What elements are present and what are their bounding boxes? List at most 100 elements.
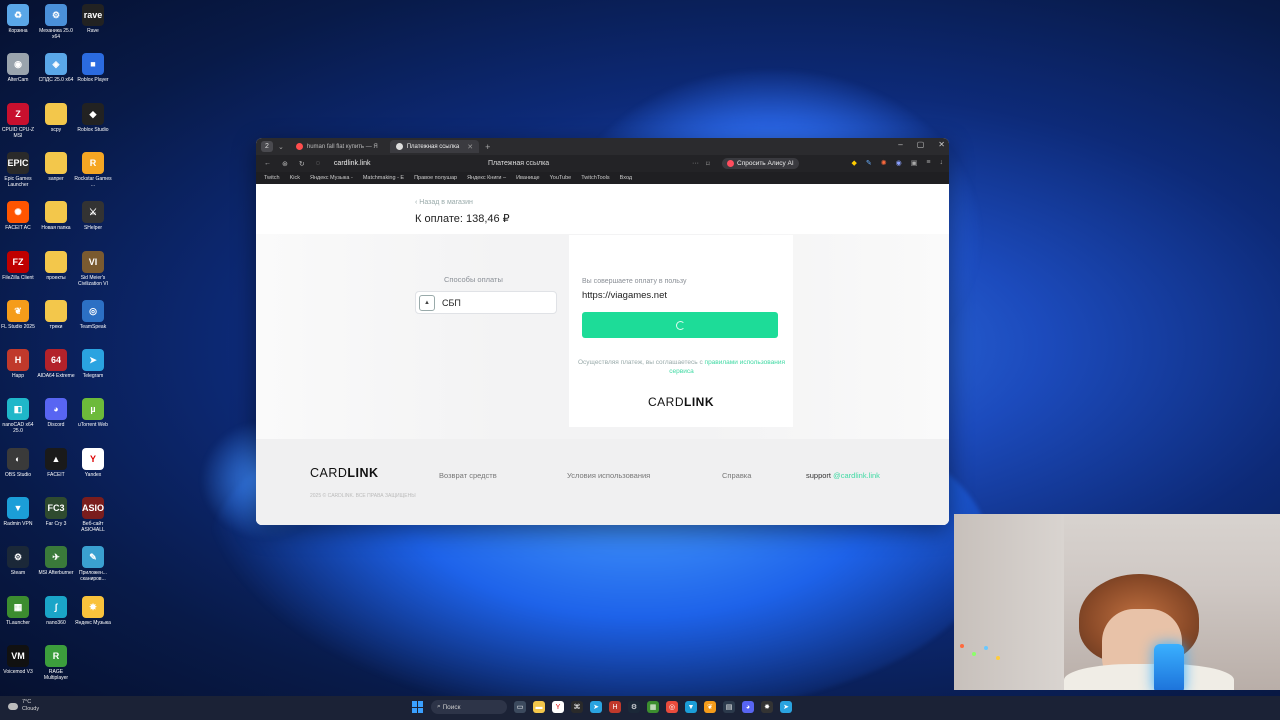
app-icon[interactable]: ▤ <box>723 701 735 713</box>
task-view-icon[interactable]: ▭ <box>514 701 526 713</box>
bookmark-item[interactable]: Matchmaking - E <box>363 175 404 181</box>
desktop-icon[interactable]: ◈ СПДС 25.0 x64 <box>37 53 75 83</box>
desktop-icon[interactable]: ASIO Веб-сайт ASIO4ALL <box>74 497 112 533</box>
app-icon[interactable]: ◎ <box>666 701 678 713</box>
desktop-icon[interactable]: ❦ FL Studio 2025 <box>0 299 37 330</box>
desktop-icon[interactable]: ◎ TeamSpeak <box>74 299 112 330</box>
chevron-down-icon[interactable]: ⌄ <box>278 143 284 151</box>
desktop-icon[interactable]: ▦ TLauncher <box>0 595 37 626</box>
desktop-icon[interactable]: ⚙ Steam <box>0 546 37 576</box>
desktop-icon[interactable]: ✺ FACEIT AC <box>0 201 37 231</box>
desktop-icon[interactable]: ♻ Корзина <box>0 4 37 34</box>
back-to-store-link[interactable]: ‹ Назад в магазин <box>415 199 473 206</box>
desktop-icon[interactable]: ✎ Приложен... сканиров... <box>74 546 112 582</box>
desktop-icon[interactable]: Новая папка <box>37 201 75 231</box>
desktop-icon[interactable]: rave Rave <box>74 4 112 34</box>
bookmark-item[interactable]: Вход <box>620 175 632 181</box>
desktop-icon[interactable]: µ uTorrent Web <box>74 398 112 428</box>
desktop-icon[interactable]: ➤ Telegram <box>74 349 112 379</box>
bookmark-item[interactable]: Яндекс Музыка - <box>310 175 353 181</box>
telegram-icon[interactable]: ➤ <box>780 701 792 713</box>
tab-search[interactable]: human fall flat купить — Я <box>290 140 384 153</box>
desktop-icon[interactable]: R RAGE Multiplayer <box>37 644 75 681</box>
desktop-icon[interactable]: ◐ OBS Studio <box>0 447 37 478</box>
desktop-icon[interactable]: 64 AIDA64 Extreme <box>37 349 75 379</box>
desktop-icon[interactable]: ✸ Яндекс Музыка <box>74 595 112 626</box>
desktop-icon[interactable]: sanper <box>37 151 75 182</box>
reload-icon[interactable]: ↻ <box>299 160 305 168</box>
extension-icon[interactable]: ✎ <box>866 159 872 167</box>
discord-icon[interactable]: ◕ <box>742 701 754 713</box>
windows-start-icon[interactable] <box>412 701 424 713</box>
desktop-icon[interactable]: ✈ MSI Afterburner <box>37 546 75 576</box>
desktop-icon[interactable]: ◉ AlterCam <box>0 53 37 83</box>
extension-icon[interactable]: ✺ <box>881 159 887 167</box>
bookmark-item[interactable]: Twitch <box>264 175 280 181</box>
refund-link[interactable]: Возврат средств <box>439 471 497 480</box>
desktop-icon[interactable]: VI Sid Meier's Civilization VI <box>74 250 112 287</box>
home-icon[interactable]: ⊛ <box>282 160 288 168</box>
bookmark-icon[interactable]: ⌑ <box>706 160 710 168</box>
file-explorer-icon[interactable]: ▬ <box>533 701 545 713</box>
steam-icon[interactable]: ⚙ <box>628 701 640 713</box>
desktop-icon[interactable]: EPIC Epic Games Launcher <box>0 151 37 188</box>
app-icon[interactable]: ⌘ <box>571 701 583 713</box>
download-icon[interactable]: ↓ <box>940 159 944 167</box>
menu-icon[interactable]: ≡ <box>926 159 930 167</box>
help-link[interactable]: Справка <box>722 471 751 480</box>
desktop-icon[interactable]: H Happ <box>0 349 37 379</box>
desktop-icon[interactable]: ■ Roblox Player <box>74 53 112 83</box>
bookmark-item[interactable]: TwitchTools <box>581 175 609 181</box>
tab-count-button[interactable]: 2 <box>261 141 273 152</box>
extension-icon[interactable]: ◆ <box>852 159 857 167</box>
desktop-icon[interactable]: VM Voicemod V3 <box>0 644 37 675</box>
desktop-icon[interactable]: ▼ Radmin VPN <box>0 497 37 527</box>
yandex-browser-icon[interactable]: Y <box>552 701 564 713</box>
bookmark-item[interactable]: Яндекс Книги – <box>467 175 506 181</box>
close-tab-icon[interactable]: ✕ <box>467 143 473 151</box>
desktop-icon[interactable]: ▲ FACEIT <box>37 447 75 478</box>
weather-widget[interactable]: 7°C Cloudy <box>8 699 39 713</box>
tlauncher-icon[interactable]: ▦ <box>647 701 659 713</box>
payment-method-sbp[interactable]: ▲ СБП <box>415 291 557 314</box>
desktop-icon[interactable]: scpy <box>37 102 75 133</box>
desktop-icon[interactable]: ◆ Roblox Studio <box>74 102 112 133</box>
tab-payment[interactable]: Платежная ссылка ✕ <box>389 140 480 153</box>
maximize-button[interactable]: ▢ <box>917 140 925 149</box>
bookmark-item[interactable]: Kick <box>290 175 300 181</box>
desktop-icon[interactable]: Z CPUID CPU-Z MSI <box>0 102 37 139</box>
address-bar[interactable]: cardlink.link <box>334 160 371 167</box>
app-icon[interactable]: ✸ <box>761 701 773 713</box>
desktop-icon[interactable]: ⚔ SHelper <box>74 201 112 231</box>
new-tab-button[interactable]: + <box>485 142 490 152</box>
desktop-icon[interactable]: R Rockstar Games ... <box>74 151 112 188</box>
more-icon[interactable]: ··· <box>692 160 699 167</box>
pay-button[interactable] <box>582 312 778 338</box>
payment-page: ‹ Назад в магазин К оплате: 138,46 ₽ Спо… <box>256 184 949 525</box>
telegram-icon[interactable]: ➤ <box>590 701 602 713</box>
close-window-button[interactable]: ✕ <box>938 140 945 149</box>
fl-studio-icon[interactable]: ❦ <box>704 701 716 713</box>
minimize-button[interactable]: – <box>898 140 902 149</box>
bookmark-item[interactable]: Правое полушар <box>414 175 457 181</box>
desktop-icon[interactable]: ∫ nano360 <box>37 595 75 626</box>
back-arrow-icon[interactable]: ← <box>264 160 271 168</box>
extension-icon[interactable]: ◉ <box>896 159 902 167</box>
desktop-icon[interactable]: ◕ Discord <box>37 398 75 428</box>
desktop-icon[interactable]: FC3 Far Cry 3 <box>37 497 75 527</box>
terms-of-use-link[interactable]: Условия использования <box>567 471 650 480</box>
extension-icon[interactable]: ▣ <box>911 159 918 167</box>
happ-icon[interactable]: H <box>609 701 621 713</box>
taskbar-search[interactable]: ⌕ Поиск <box>431 700 507 714</box>
radmin-vpn-icon[interactable]: ▼ <box>685 701 697 713</box>
support-contact[interactable]: support @cardlink.link <box>806 471 880 480</box>
desktop-icon[interactable]: ◧ nanoCAD x64 25.0 <box>0 398 37 434</box>
desktop-icon[interactable]: проекты <box>37 250 75 281</box>
desktop-icon[interactable]: треки <box>37 299 75 330</box>
bookmark-item[interactable]: Иванище <box>516 175 540 181</box>
desktop-icon[interactable]: FZ FileZilla Client <box>0 250 37 281</box>
alice-button[interactable]: Спросить Алису AI <box>722 158 799 169</box>
desktop-icon[interactable]: Y Yandex <box>74 447 112 478</box>
desktop-icon[interactable]: ⚙ Механика 25.0 x64 <box>37 4 75 40</box>
bookmark-item[interactable]: YouTube <box>550 175 572 181</box>
